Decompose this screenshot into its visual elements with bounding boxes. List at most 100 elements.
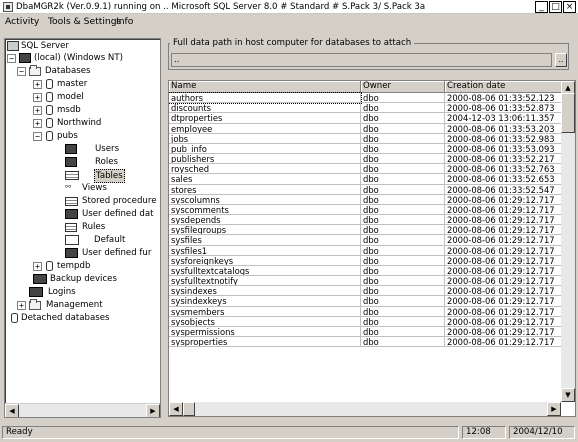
- collapse-icon[interactable]: −: [33, 132, 42, 141]
- table-row[interactable]: roysched dbo 2000-08-06 01:33:52.763: [169, 164, 562, 175]
- cell-owner: dbo: [361, 316, 445, 327]
- table-row[interactable]: stores dbo 2000-08-06 01:33:52.547: [169, 184, 562, 195]
- table-row[interactable]: sysindexes dbo 2000-08-06 01:29:12.717: [169, 286, 562, 297]
- tree-horizontal-scrollbar[interactable]: ◀ ▶: [5, 403, 160, 417]
- expand-icon[interactable]: +: [33, 119, 42, 128]
- database-icon: [46, 92, 53, 102]
- cell-owner: dbo: [361, 164, 445, 175]
- scroll-thumb[interactable]: [561, 93, 575, 133]
- expand-icon[interactable]: +: [33, 93, 42, 102]
- scroll-thumb[interactable]: [183, 402, 195, 416]
- table-row[interactable]: employee dbo 2000-08-06 01:33:53.203: [169, 123, 562, 134]
- table-row[interactable]: sysforeignkeys dbo 2000-08-06 01:29:12.717: [169, 255, 562, 266]
- table-row[interactable]: sysmembers dbo 2000-08-06 01:29:12.717: [169, 306, 562, 317]
- table-row[interactable]: sysfiles dbo 2000-08-06 01:29:12.717: [169, 235, 562, 246]
- default-icon: [65, 235, 79, 245]
- stored-procedure-icon: [65, 197, 78, 206]
- users-icon: [65, 144, 77, 154]
- expand-icon[interactable]: +: [17, 301, 26, 310]
- cell-owner: dbo: [361, 337, 445, 348]
- grid-body: authors dbo 2000-08-06 01:33:52.123 discoun…: [169, 91, 562, 348]
- cell-name: sysforeignkeys: [169, 255, 361, 266]
- cell-creation-date: 2000-08-06 01:29:12.717: [445, 286, 562, 297]
- table-row[interactable]: syscomments dbo 2000-08-06 01:29:12.717: [169, 204, 562, 216]
- logins-icon: [29, 287, 43, 297]
- cell-creation-date: 2000-08-06 01:29:12.717: [445, 204, 562, 216]
- cell-name: sysfiles: [169, 235, 361, 246]
- cell-name: sysmembers: [169, 306, 361, 317]
- menu-info[interactable]: Info: [116, 16, 133, 27]
- table-row[interactable]: sysfiles1 dbo 2000-08-06 01:29:12.717: [169, 245, 562, 256]
- browse-button[interactable]: ..: [555, 53, 567, 67]
- cell-name: stores: [169, 184, 361, 195]
- scroll-left-button[interactable]: ◀: [5, 404, 19, 417]
- menu-activity[interactable]: Activity: [5, 16, 39, 27]
- cell-owner: dbo: [361, 143, 445, 155]
- collapse-icon[interactable]: −: [17, 67, 26, 76]
- cell-owner: dbo: [361, 255, 445, 266]
- cell-creation-date: 2000-08-06 01:29:12.717: [445, 326, 562, 338]
- maximize-button[interactable]: □: [549, 1, 562, 13]
- grid-horizontal-scrollbar[interactable]: ◀ ▶: [169, 402, 561, 416]
- table-row[interactable]: sysdepends dbo 2000-08-06 01:29:12.717: [169, 215, 562, 226]
- status-text: Ready: [2, 426, 459, 439]
- scroll-down-button[interactable]: ▼: [561, 388, 575, 402]
- column-header-creation-date[interactable]: Creation date: [445, 81, 562, 93]
- table-row[interactable]: sysindexkeys dbo 2000-08-06 01:29:12.717: [169, 296, 562, 307]
- scroll-right-button[interactable]: ▶: [547, 402, 561, 416]
- folder-icon: [29, 299, 41, 310]
- table-row[interactable]: sysproperties dbo 2000-08-06 01:29:12.717: [169, 337, 562, 348]
- cell-owner: dbo: [361, 93, 445, 104]
- object-tree[interactable]: SQL Server − (local) (Windows NT) − Data…: [4, 38, 161, 418]
- database-icon: [46, 118, 53, 128]
- column-header-owner[interactable]: Owner: [361, 81, 445, 93]
- table-row[interactable]: pub_info dbo 2000-08-06 01:33:53.093: [169, 143, 562, 155]
- cell-creation-date: 2000-08-06 01:33:53.093: [445, 143, 562, 155]
- tables-grid[interactable]: Name Owner Creation date authors dbo 2000-…: [168, 80, 576, 417]
- table-row[interactable]: sysfilegroups dbo 2000-08-06 01:29:12.717: [169, 225, 562, 236]
- table-row[interactable]: sales dbo 2000-08-06 01:33:52.653: [169, 174, 562, 185]
- attach-path-label: Full data path in host computer for data…: [170, 38, 415, 48]
- table-row[interactable]: jobs dbo 2000-08-06 01:33:52.983: [169, 133, 562, 144]
- table-row[interactable]: publishers dbo 2000-08-06 01:33:52.217: [169, 154, 562, 165]
- app-icon: [3, 2, 13, 12]
- table-row[interactable]: discounts dbo 2000-08-06 01:33:52.873: [169, 103, 562, 114]
- scroll-left-button[interactable]: ◀: [169, 402, 183, 416]
- expand-icon[interactable]: +: [33, 106, 42, 115]
- cell-owner: dbo: [361, 326, 445, 338]
- table-row[interactable]: syscolumns dbo 2000-08-06 01:29:12.717: [169, 194, 562, 205]
- expand-icon[interactable]: +: [33, 262, 42, 271]
- table-row[interactable]: dtproperties dbo 2004-12-03 13:06:11.357: [169, 113, 562, 124]
- table-row[interactable]: sysobjects dbo 2000-08-06 01:29:12.717: [169, 316, 562, 327]
- close-button[interactable]: ×: [563, 1, 576, 13]
- window-title: DbaMGR2k (Ver.0.9.1) running on .. Micro…: [16, 2, 426, 12]
- cell-creation-date: 2000-08-06 01:29:12.717: [445, 225, 562, 236]
- cell-creation-date: 2000-08-06 01:33:52.763: [445, 164, 562, 175]
- database-icon: [46, 131, 53, 141]
- table-row[interactable]: authors dbo 2000-08-06 01:33:52.123: [169, 91, 562, 105]
- cell-name: sysfiles1: [169, 245, 361, 256]
- cell-name: sysobjects: [169, 316, 361, 327]
- attach-path-input[interactable]: ..: [171, 53, 552, 67]
- status-bar: Ready 12:08 2004/12/10: [0, 424, 578, 442]
- cell-owner: dbo: [361, 225, 445, 236]
- table-row[interactable]: sysfulltextnotify dbo 2000-08-06 01:29:12.…: [169, 276, 562, 287]
- cell-creation-date: 2000-08-06 01:33:52.983: [445, 133, 562, 144]
- cell-owner: dbo: [361, 154, 445, 165]
- database-icon: [46, 105, 53, 115]
- cell-name: sales: [169, 174, 361, 185]
- table-row[interactable]: syspermissions dbo 2000-08-06 01:29:12.717: [169, 326, 562, 338]
- cell-creation-date: 2000-08-06 01:29:12.717: [445, 215, 562, 226]
- grid-vertical-scrollbar[interactable]: ▲ ▼: [561, 81, 575, 402]
- scroll-right-button[interactable]: ▶: [146, 404, 160, 417]
- table-row[interactable]: sysfulltextcatalogs dbo 2000-08-06 01:29:1…: [169, 265, 562, 277]
- expand-icon[interactable]: +: [33, 80, 42, 89]
- minimize-button[interactable]: _: [535, 1, 548, 13]
- collapse-icon[interactable]: −: [7, 54, 16, 63]
- cell-creation-date: 2004-12-03 13:06:11.357: [445, 113, 562, 124]
- cell-owner: dbo: [361, 194, 445, 205]
- cell-owner: dbo: [361, 306, 445, 317]
- menu-tools-settings[interactable]: Tools & Settings: [48, 16, 121, 27]
- column-header-name[interactable]: Name: [169, 81, 361, 93]
- cell-creation-date: 2000-08-06 01:29:12.717: [445, 194, 562, 205]
